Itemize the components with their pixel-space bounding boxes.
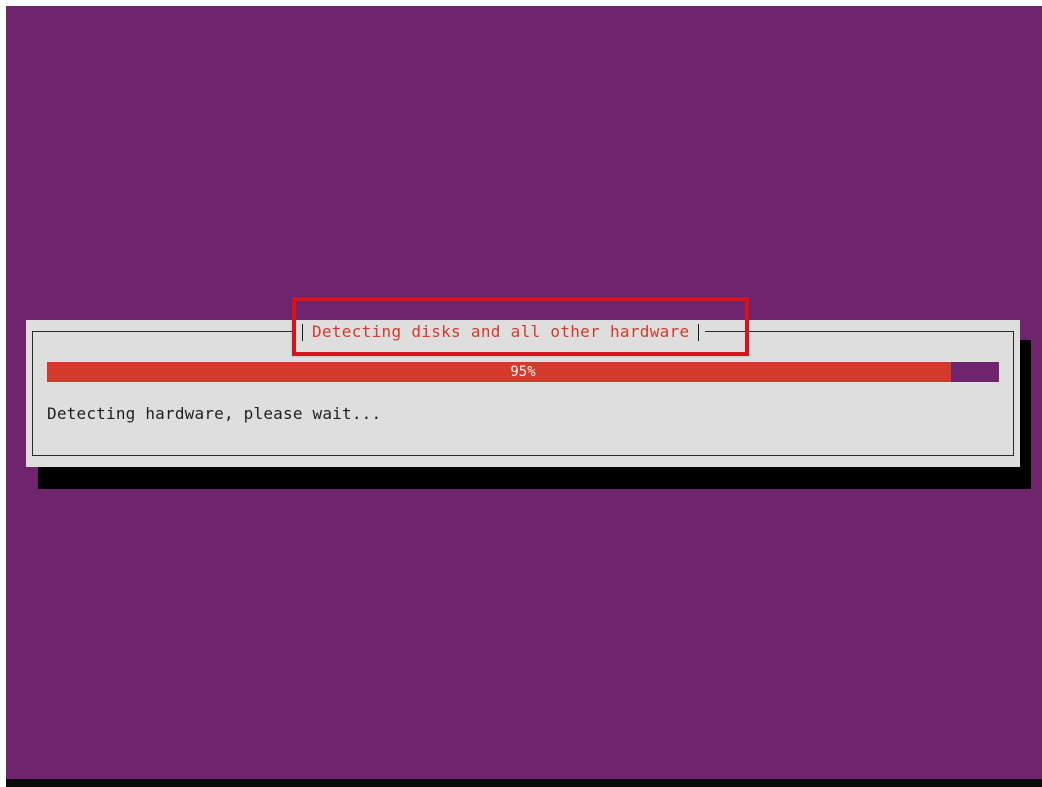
status-message: Detecting hardware, please wait...: [47, 404, 382, 423]
progress-percent-label: 95%: [510, 364, 536, 380]
screen-bottom-bar: [6, 779, 1042, 787]
title-highlight-box: [292, 297, 749, 356]
progress-bar: 95%: [47, 362, 999, 382]
